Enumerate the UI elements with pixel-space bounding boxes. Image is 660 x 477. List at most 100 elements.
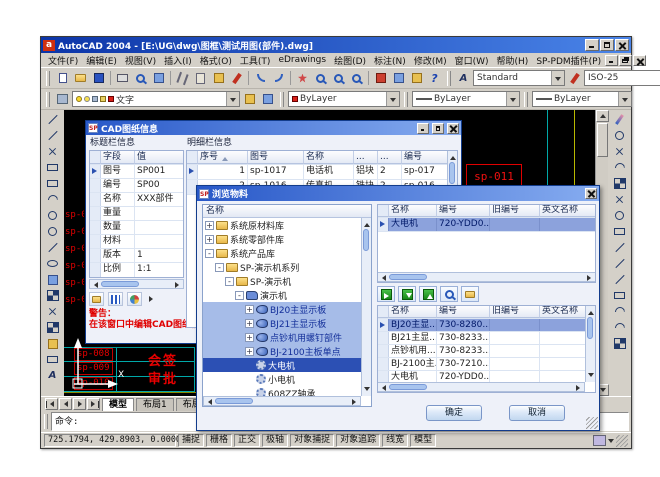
polygon-icon[interactable] xyxy=(44,160,62,175)
ellipse-icon[interactable] xyxy=(44,256,62,271)
scroll-left-icon[interactable] xyxy=(91,282,98,288)
collapse-icon[interactable]: - xyxy=(215,263,224,272)
rectangle-icon[interactable] xyxy=(44,176,62,191)
save-icon[interactable] xyxy=(90,70,107,86)
dialog-close-button[interactable] xyxy=(585,188,597,199)
arc-icon[interactable] xyxy=(44,192,62,207)
chevron-down-icon[interactable] xyxy=(618,92,631,106)
dim-style-icon[interactable] xyxy=(566,70,583,86)
dialog-resize-grip[interactable] xyxy=(586,417,598,429)
point-icon[interactable] xyxy=(44,304,62,319)
make-block-icon[interactable] xyxy=(44,288,62,303)
revision-cloud-icon[interactable] xyxy=(44,224,62,239)
resize-grip[interactable] xyxy=(616,435,628,447)
layer-states-icon[interactable] xyxy=(259,91,276,107)
scrollbar-thumb[interactable] xyxy=(101,281,139,287)
toggle-ortho[interactable]: 正交 xyxy=(234,434,260,447)
dialog-minimize-button[interactable] xyxy=(417,123,429,134)
table-row[interactable]: 图号 SP001 xyxy=(90,165,183,179)
tray-chevron-down-icon[interactable] xyxy=(608,439,614,446)
expand-icon[interactable]: + xyxy=(205,235,214,244)
scroll-left-icon[interactable] xyxy=(205,399,212,405)
expand-icon[interactable]: + xyxy=(245,319,254,328)
settings-icon[interactable] xyxy=(127,292,142,306)
open-file-icon[interactable] xyxy=(72,70,89,86)
break-icon[interactable] xyxy=(611,288,629,303)
tree-item[interactable]: +系统原材料库 xyxy=(203,218,371,232)
table-row[interactable]: 数量 xyxy=(90,221,183,235)
plot-preview-icon[interactable] xyxy=(132,70,149,86)
table-row[interactable]: 材料 xyxy=(90,235,183,249)
columns-icon[interactable] xyxy=(108,292,123,306)
layer-combo[interactable]: 文字 xyxy=(72,91,240,107)
menu-view[interactable]: 视图(V) xyxy=(121,54,160,67)
offset-icon[interactable] xyxy=(611,160,629,175)
scrollbar-thumb[interactable] xyxy=(587,317,593,339)
linetype-combo[interactable]: ByLayer xyxy=(412,91,520,107)
scrollbar-thumb[interactable] xyxy=(389,384,427,390)
plot-icon[interactable] xyxy=(114,70,131,86)
table-row[interactable]: 重量 xyxy=(90,207,183,221)
horizontal-scrollbar[interactable] xyxy=(89,279,184,289)
tab-layout1[interactable]: 布局1 xyxy=(136,398,174,411)
menu-insert[interactable]: 插入(I) xyxy=(160,54,196,67)
collapse-icon[interactable]: - xyxy=(235,291,244,300)
circle-icon[interactable] xyxy=(44,208,62,223)
scroll-up-icon[interactable] xyxy=(450,153,456,160)
table-row[interactable]: BJ-2100主... 730-7210... xyxy=(378,358,585,371)
region-icon[interactable] xyxy=(44,352,62,367)
dialog-close-button[interactable] xyxy=(447,123,459,134)
toggle-osnap[interactable]: 对象捕捉 xyxy=(290,434,334,447)
table-row[interactable]: 版本 1 xyxy=(90,249,183,263)
menu-sp-pdm-plugin[interactable]: SP-PDM插件(P) xyxy=(532,54,605,67)
tree-item[interactable]: -系统产品库 xyxy=(203,246,371,260)
mtext-icon[interactable]: A xyxy=(44,368,62,383)
scrollbar-thumb[interactable] xyxy=(597,123,608,157)
tree-item[interactable]: +系统零部件库 xyxy=(203,232,371,246)
cut-icon[interactable] xyxy=(174,70,191,86)
table-row[interactable]: 大电机 720-YDD0... xyxy=(378,218,595,232)
scrollbar-thumb[interactable] xyxy=(215,398,253,404)
scroll-right-icon[interactable] xyxy=(587,275,594,281)
tree-item-selected[interactable]: 大电机 xyxy=(203,358,371,372)
command-grip[interactable] xyxy=(44,414,48,429)
horizontal-scrollbar[interactable] xyxy=(378,382,585,392)
collapse-icon[interactable]: - xyxy=(225,277,234,286)
menu-edit[interactable]: 编辑(E) xyxy=(82,54,121,67)
minimize-button[interactable] xyxy=(585,39,599,51)
scroll-left-icon[interactable] xyxy=(379,385,386,391)
insert-block-icon[interactable] xyxy=(44,272,62,287)
zoom-realtime-icon[interactable] xyxy=(312,70,329,86)
stretch-icon[interactable] xyxy=(611,240,629,255)
rotate-icon[interactable] xyxy=(611,208,629,223)
next-tab-icon[interactable] xyxy=(73,398,86,410)
gradient-icon[interactable] xyxy=(44,336,62,351)
menu-format[interactable]: 格式(O) xyxy=(196,54,236,67)
copy-icon[interactable] xyxy=(192,70,209,86)
expand-icon[interactable]: + xyxy=(245,305,254,314)
help-icon[interactable]: ? xyxy=(426,70,443,86)
table-row[interactable]: BJ20主显... 730-8280... xyxy=(378,319,585,332)
redo-icon[interactable] xyxy=(270,70,287,86)
mirror-icon[interactable] xyxy=(611,144,629,159)
polyline-icon[interactable] xyxy=(44,144,62,159)
last-tab-icon[interactable] xyxy=(87,398,100,410)
table-row[interactable]: 名称 XXX部件 xyxy=(90,193,183,207)
layer-previous-icon[interactable] xyxy=(241,91,258,107)
toggle-polar[interactable]: 极轴 xyxy=(262,434,288,447)
toolbar-grip[interactable] xyxy=(404,92,408,107)
chevron-down-icon[interactable] xyxy=(226,92,239,106)
designcenter-icon[interactable] xyxy=(390,70,407,86)
match-properties-icon[interactable] xyxy=(228,70,245,86)
menu-file[interactable]: 文件(F) xyxy=(44,54,82,67)
menu-tools[interactable]: 工具(T) xyxy=(236,54,275,67)
zoom-window-icon[interactable] xyxy=(330,70,347,86)
mdi-minimize-button[interactable] xyxy=(605,55,618,66)
tree-vertical-scrollbar[interactable] xyxy=(361,218,371,396)
mdi-restore-button[interactable] xyxy=(619,55,632,66)
table-row[interactable]: 点钞机用... 730-8233... xyxy=(378,345,585,358)
layer-manager-icon[interactable] xyxy=(54,91,71,107)
expand-icon[interactable]: + xyxy=(245,333,254,342)
download-icon[interactable] xyxy=(398,286,416,302)
erase-icon[interactable] xyxy=(611,112,629,127)
